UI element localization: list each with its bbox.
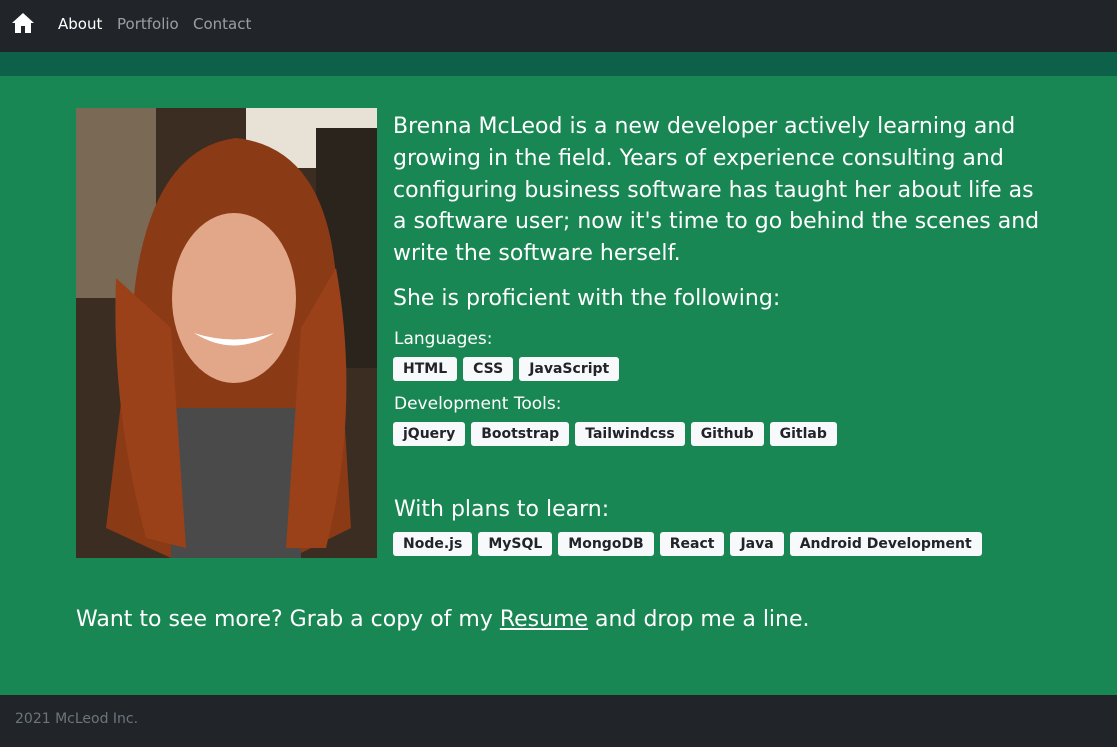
footer-copyright: 2021 McLeod Inc. <box>15 711 139 727</box>
nav-portfolio-link[interactable]: Portfolio <box>117 15 179 33</box>
badge-tailwindcss: Tailwindcss <box>575 422 685 446</box>
badge-jquery: jQuery <box>393 422 466 446</box>
bio-paragraph: Brenna McLeod is a new developer activel… <box>393 114 1040 267</box>
cta-text-before: Want to see more? Grab a copy of my <box>76 607 500 632</box>
badge-android-development: Android Development <box>789 532 982 556</box>
cta-line: Want to see more? Grab a copy of my Resu… <box>76 607 810 632</box>
home-link[interactable] <box>11 12 35 34</box>
plans-badges: Node.js MySQL MongoDB React Java Android… <box>393 532 982 556</box>
header-band <box>0 52 1117 76</box>
badge-bootstrap: Bootstrap <box>471 422 570 446</box>
badge-html: HTML <box>393 357 458 381</box>
badge-gitlab: Gitlab <box>769 422 837 446</box>
resume-link[interactable]: Resume <box>500 607 588 632</box>
tools-label: Development Tools: <box>394 394 562 414</box>
languages-badges: HTML CSS JavaScript <box>393 357 620 381</box>
badge-react: React <box>659 532 725 556</box>
plans-heading: With plans to learn: <box>394 497 610 522</box>
badge-java: Java <box>730 532 784 556</box>
badge-github: Github <box>690 422 764 446</box>
badge-javascript: JavaScript <box>519 357 620 381</box>
languages-label: Languages: <box>394 329 493 349</box>
nav-about-link[interactable]: About <box>58 15 102 33</box>
skills-heading: She is proficient with the following: <box>393 286 781 311</box>
badge-nodejs: Node.js <box>393 532 473 556</box>
portrait-illustration <box>76 108 377 558</box>
tools-badges: jQuery Bootstrap Tailwindcss Github Gitl… <box>393 422 837 446</box>
badge-css: CSS <box>463 357 514 381</box>
footer: 2021 McLeod Inc. <box>0 695 1117 747</box>
cta-text-after: and drop me a line. <box>588 607 810 632</box>
badge-mongodb: MongoDB <box>558 532 654 556</box>
profile-photo <box>76 108 377 558</box>
navbar: About Portfolio Contact <box>0 0 1117 52</box>
home-icon <box>12 13 34 33</box>
badge-mysql: MySQL <box>478 532 553 556</box>
nav-contact-link[interactable]: Contact <box>193 15 251 33</box>
